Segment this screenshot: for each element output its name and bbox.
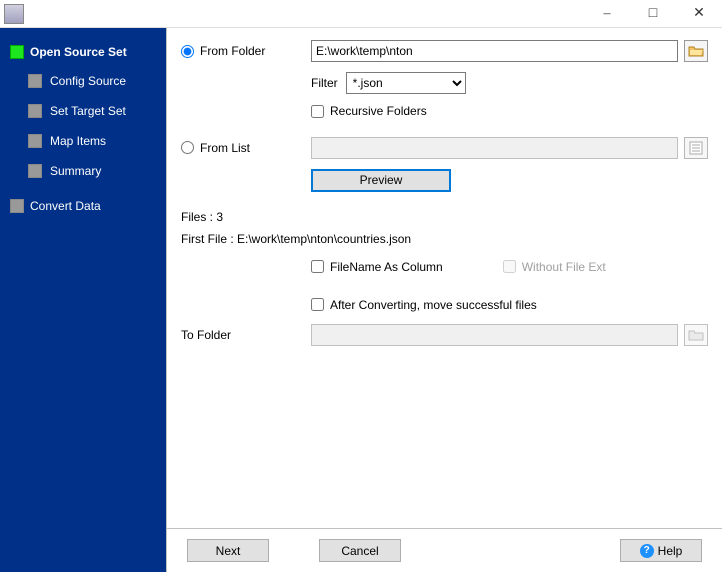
filter-label: Filter	[311, 76, 338, 90]
nav-convert-data[interactable]: Convert Data	[0, 192, 166, 220]
without-file-ext-label: Without File Ext	[503, 260, 606, 274]
recursive-text: Recursive Folders	[330, 104, 427, 118]
wizard-nav: Open Source Set Config Source Set Target…	[0, 28, 166, 572]
nav-label: Convert Data	[30, 199, 101, 213]
from-list-text: From List	[200, 141, 250, 155]
minimize-button[interactable]: –	[584, 0, 630, 28]
to-folder-label: To Folder	[181, 328, 231, 342]
from-list-radio-label[interactable]: From List	[181, 141, 250, 155]
help-icon: ?	[640, 544, 654, 558]
files-count-label: Files : 3	[181, 210, 708, 224]
nav-summary[interactable]: Summary	[0, 156, 166, 186]
nav-open-source-set[interactable]: Open Source Set	[0, 38, 166, 66]
folder-icon	[688, 327, 704, 343]
without-ext-text: Without File Ext	[522, 260, 606, 274]
nav-config-source[interactable]: Config Source	[0, 66, 166, 96]
first-file-label: First File : E:\work\temp\nton\countries…	[181, 232, 708, 246]
next-button[interactable]: Next	[187, 539, 269, 562]
browse-list-button[interactable]	[684, 137, 708, 159]
list-icon	[688, 140, 704, 156]
filter-combo[interactable]: *.json	[346, 72, 466, 94]
nav-label: Open Source Set	[30, 45, 127, 59]
nav-label: Map Items	[50, 134, 106, 148]
from-folder-radio[interactable]	[181, 45, 194, 58]
folder-open-icon	[688, 43, 704, 59]
after-converting-checkbox[interactable]	[311, 298, 324, 311]
close-button[interactable]: ✕	[676, 0, 722, 28]
to-folder-input	[311, 324, 678, 346]
nav-label: Summary	[50, 164, 101, 178]
filename-as-column-label[interactable]: FileName As Column	[311, 260, 443, 274]
cancel-button[interactable]: Cancel	[319, 539, 401, 562]
recursive-folders-checkbox[interactable]	[311, 105, 324, 118]
after-converting-text: After Converting, move successful files	[330, 298, 537, 312]
wizard-footer: Next Cancel ? Help	[167, 528, 722, 572]
from-folder-input[interactable]	[311, 40, 678, 62]
from-folder-text: From Folder	[200, 44, 265, 58]
after-converting-label[interactable]: After Converting, move successful files	[311, 298, 537, 312]
nav-label: Config Source	[50, 74, 126, 88]
from-list-input	[311, 137, 678, 159]
nav-map-items[interactable]: Map Items	[0, 126, 166, 156]
nav-set-target-set[interactable]: Set Target Set	[0, 96, 166, 126]
filename-as-column-checkbox[interactable]	[311, 260, 324, 273]
from-list-radio[interactable]	[181, 141, 194, 154]
from-folder-radio-label[interactable]: From Folder	[181, 44, 265, 58]
titlebar: – □ ✕	[0, 0, 722, 28]
nav-label: Set Target Set	[50, 104, 126, 118]
without-file-ext-checkbox	[503, 260, 516, 273]
maximize-button[interactable]: □	[630, 0, 676, 28]
content-panel: From Folder Filter *.json	[167, 28, 722, 528]
preview-button[interactable]: Preview	[311, 169, 451, 192]
filename-as-column-text: FileName As Column	[330, 260, 443, 274]
browse-folder-button[interactable]	[684, 40, 708, 62]
browse-to-folder-button[interactable]	[684, 324, 708, 346]
help-button[interactable]: ? Help	[620, 539, 702, 562]
recursive-folders-label[interactable]: Recursive Folders	[311, 104, 427, 118]
app-icon	[4, 4, 24, 24]
help-text: Help	[658, 544, 683, 558]
